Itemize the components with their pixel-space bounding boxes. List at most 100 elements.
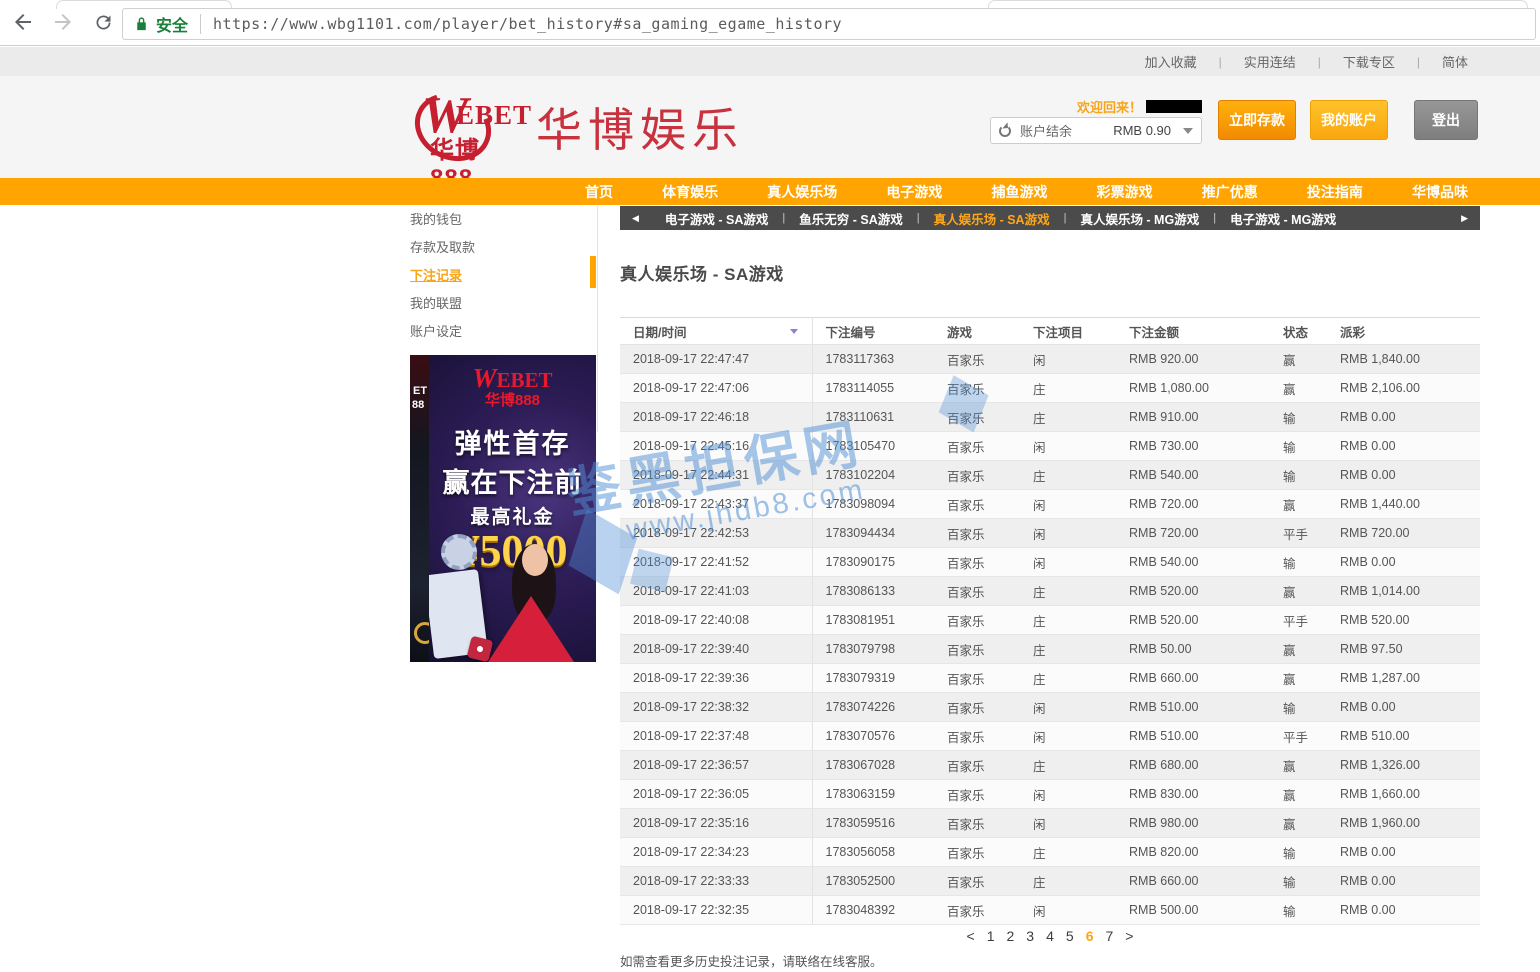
tab-item-0[interactable]: 电子游戏 - SA游戏 (665, 209, 768, 228)
topbar-link-3[interactable]: 简体 (1442, 52, 1468, 71)
nav-item-6[interactable]: 推广优惠 (1202, 182, 1258, 202)
table-cell: 百家乐 (934, 461, 1020, 490)
col-header-label: 派彩 (1340, 326, 1365, 340)
sidebar-item-4[interactable]: 账户设定 (410, 318, 590, 346)
tab-item-3[interactable]: 真人娱乐场 - MG游戏 (1080, 209, 1199, 228)
forward-button[interactable] (50, 9, 76, 35)
deposit-button[interactable]: 立即存款 (1218, 100, 1296, 140)
table-cell: 庄 (1020, 461, 1116, 490)
table-cell: 百家乐 (934, 519, 1020, 548)
censored-username (1146, 100, 1202, 113)
topbar-separator: | (1318, 55, 1321, 69)
refresh-button[interactable] (90, 9, 116, 35)
table-cell: 赢 (1270, 374, 1327, 403)
table-cell: 庄 (1020, 577, 1116, 606)
pagination-prev[interactable]: < (967, 928, 975, 944)
pagination-page-4[interactable]: 4 (1046, 928, 1054, 944)
table-cell: 庄 (1020, 867, 1116, 896)
table-cell: 2018-09-17 22:38:32 (620, 693, 812, 722)
tab-scroll-right-icon[interactable]: ▶ (1461, 213, 1468, 224)
nav-item-8[interactable]: 华博品味 (1412, 182, 1468, 202)
balance-refresh-icon[interactable] (999, 125, 1011, 137)
brand-name: 华博娱乐 (536, 94, 744, 160)
table-cell: 庄 (1020, 606, 1116, 635)
table-cell: RMB 1,960.00 (1327, 809, 1480, 838)
table-cell: 闲 (1020, 519, 1116, 548)
table-cell: 庄 (1020, 838, 1116, 867)
col-header-0[interactable]: 日期/时间 (620, 318, 812, 345)
pagination-page-7[interactable]: 7 (1105, 928, 1113, 944)
table-cell: RMB 820.00 (1116, 838, 1270, 867)
nav-item-3[interactable]: 电子游戏 (886, 182, 942, 202)
table-cell: 2018-09-17 22:47:47 (620, 345, 812, 374)
site-logo[interactable]: W EBET 华博888 华博娱乐 (408, 84, 744, 170)
table-cell: RMB 510.00 (1327, 722, 1480, 751)
col-header-3: 下注项目 (1020, 318, 1116, 345)
nav-item-4[interactable]: 捕鱼游戏 (992, 182, 1048, 202)
back-button[interactable] (10, 9, 36, 35)
chevron-down-icon[interactable] (1183, 128, 1193, 139)
table-cell: 百家乐 (934, 693, 1020, 722)
table-cell: RMB 0.00 (1327, 461, 1480, 490)
table-cell: 闲 (1020, 896, 1116, 925)
tab-item-4[interactable]: 电子游戏 - MG游戏 (1230, 209, 1336, 228)
col-header-label: 游戏 (947, 326, 972, 340)
sidebar-item-3[interactable]: 我的联盟 (410, 290, 590, 318)
balance-dropdown[interactable]: 账户结余 RMB 0.90 (990, 117, 1202, 144)
table-cell: RMB 980.00 (1116, 809, 1270, 838)
table-cell: 赢 (1270, 345, 1327, 374)
balance-value: RMB 0.90 (1113, 123, 1171, 138)
table-cell: 百家乐 (934, 403, 1020, 432)
table-cell: RMB 1,660.00 (1327, 780, 1480, 809)
pagination-next[interactable]: > (1125, 928, 1133, 944)
table-cell: RMB 1,080.00 (1116, 374, 1270, 403)
pagination-page-1[interactable]: 1 (987, 928, 995, 944)
table-header-row: 日期/时间下注编号游戏下注项目下注金额状态派彩 (620, 318, 1480, 345)
topbar-link-2[interactable]: 下载专区 (1343, 52, 1395, 71)
table-cell: 2018-09-17 22:35:16 (620, 809, 812, 838)
logout-button[interactable]: 登出 (1414, 100, 1478, 140)
nav-item-1[interactable]: 体育娱乐 (662, 182, 718, 202)
table-cell: RMB 0.00 (1327, 896, 1480, 925)
banner-logo-word: EBET (496, 368, 552, 392)
address-bar[interactable]: 安全 https://www.wbg1101.com/player/bet_hi… (122, 8, 1536, 40)
table-row: 2018-09-17 22:32:351783048392百家乐闲RMB 500… (620, 896, 1480, 925)
pagination-page-6[interactable]: 6 (1086, 928, 1094, 944)
table-cell: 1783079798 (812, 635, 934, 664)
topbar-link-0[interactable]: 加入收藏 (1145, 52, 1197, 71)
tab-scroll-left-icon[interactable]: ◀ (632, 213, 639, 224)
nav-item-2[interactable]: 真人娱乐场 (767, 182, 837, 202)
sidebar-item-1[interactable]: 存款及取款 (410, 234, 590, 262)
tab-item-1[interactable]: 鱼乐无穷 - SA游戏 (799, 209, 902, 228)
pagination-page-2[interactable]: 2 (1007, 928, 1015, 944)
main-nav: 首页 体育娱乐 真人娱乐场 电子游戏 捕鱼游戏 彩票游戏 推广优惠 投注指南 华博品味 (0, 178, 1540, 205)
table-cell: 1783079319 (812, 664, 934, 693)
sidebar-active-marker (590, 256, 596, 288)
promo-banner[interactable]: ET 88 WEBET 华博888 弹性首存 赢在下注前 最高礼金 ¥5000 (410, 355, 596, 662)
table-cell: RMB 50.00 (1116, 635, 1270, 664)
topbar-link-1[interactable]: 实用连结 (1244, 52, 1296, 71)
banner-fragment: 88 (412, 399, 424, 411)
table-row: 2018-09-17 22:38:321783074226百家乐闲RMB 510… (620, 693, 1480, 722)
nav-item-0[interactable]: 首页 (585, 182, 613, 202)
pagination-page-3[interactable]: 3 (1026, 928, 1034, 944)
banner-logo-sub: 华博888 (429, 393, 596, 408)
table-cell: 1783059516 (812, 809, 934, 838)
table-cell: 赢 (1270, 635, 1327, 664)
tab-item-2[interactable]: 真人娱乐场 - SA游戏 (934, 209, 1050, 228)
table-cell: RMB 540.00 (1116, 461, 1270, 490)
table-cell: 1783063159 (812, 780, 934, 809)
sidebar-item-0[interactable]: 我的钱包 (410, 206, 590, 234)
pagination-page-5[interactable]: 5 (1066, 928, 1074, 944)
table-cell: 百家乐 (934, 780, 1020, 809)
table-cell: 赢 (1270, 577, 1327, 606)
table-cell: 2018-09-17 22:39:40 (620, 635, 812, 664)
table-cell: 输 (1270, 838, 1327, 867)
my-account-button[interactable]: 我的账户 (1310, 100, 1388, 140)
nav-item-7[interactable]: 投注指南 (1307, 182, 1363, 202)
sidebar-item-2[interactable]: 下注记录 (410, 262, 590, 290)
browser-chrome: 安全 https://www.wbg1101.com/player/bet_hi… (0, 0, 1540, 46)
table-cell: 输 (1270, 693, 1327, 722)
table-row: 2018-09-17 22:35:161783059516百家乐闲RMB 980… (620, 809, 1480, 838)
nav-item-5[interactable]: 彩票游戏 (1097, 182, 1153, 202)
